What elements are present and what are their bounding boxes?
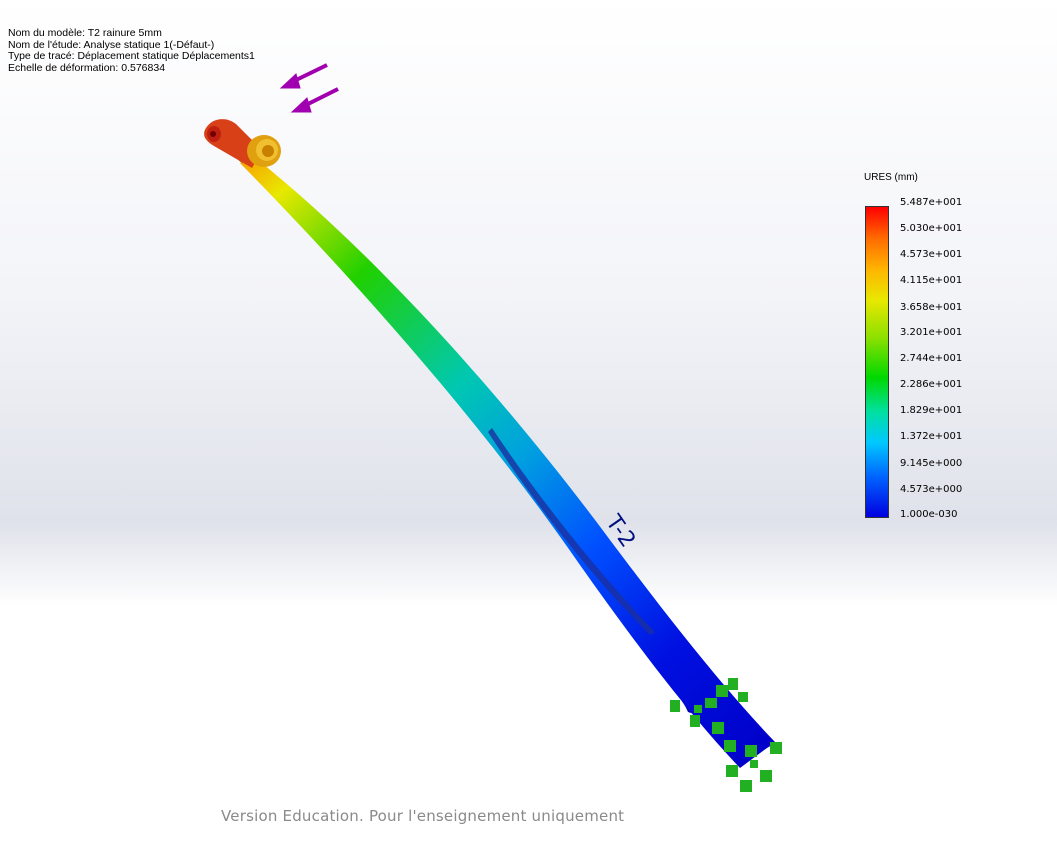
legend-label: 2.286e+001 bbox=[900, 379, 963, 390]
legend-label: 4.115e+001 bbox=[900, 275, 963, 286]
legend-label: 4.573e+001 bbox=[900, 249, 963, 260]
bushing-hole bbox=[262, 145, 274, 157]
legend-label: 1.829e+001 bbox=[900, 405, 963, 416]
legend-label: 1.372e+001 bbox=[900, 431, 963, 442]
beam-top-face-main bbox=[240, 160, 775, 768]
graphics-viewport[interactable]: Nom du modèle: T2 rainure 5mm Nom de l'é… bbox=[0, 0, 1057, 843]
legend-label: 5.030e+001 bbox=[900, 223, 963, 234]
legend-label: 4.573e+000 bbox=[900, 484, 963, 495]
lever-pin bbox=[210, 131, 216, 137]
legend-title: URES (mm) bbox=[864, 172, 918, 183]
fea-model[interactable]: T-2 bbox=[0, 0, 1057, 843]
legend-labels: 5.487e+001 5.030e+001 4.573e+001 4.115e+… bbox=[900, 197, 980, 523]
legend-label: 3.658e+001 bbox=[900, 302, 963, 313]
load-arrows bbox=[279, 63, 339, 113]
legend-color-bar bbox=[865, 206, 889, 518]
legend-label: 1.000e-030 bbox=[900, 509, 958, 520]
legend-label: 2.744e+001 bbox=[900, 353, 963, 364]
legend-label: 9.145e+000 bbox=[900, 458, 963, 469]
education-watermark: Version Education. Pour l'enseignement u… bbox=[221, 807, 625, 825]
legend-label: 5.487e+001 bbox=[900, 197, 963, 208]
legend-label: 3.201e+001 bbox=[900, 327, 963, 338]
